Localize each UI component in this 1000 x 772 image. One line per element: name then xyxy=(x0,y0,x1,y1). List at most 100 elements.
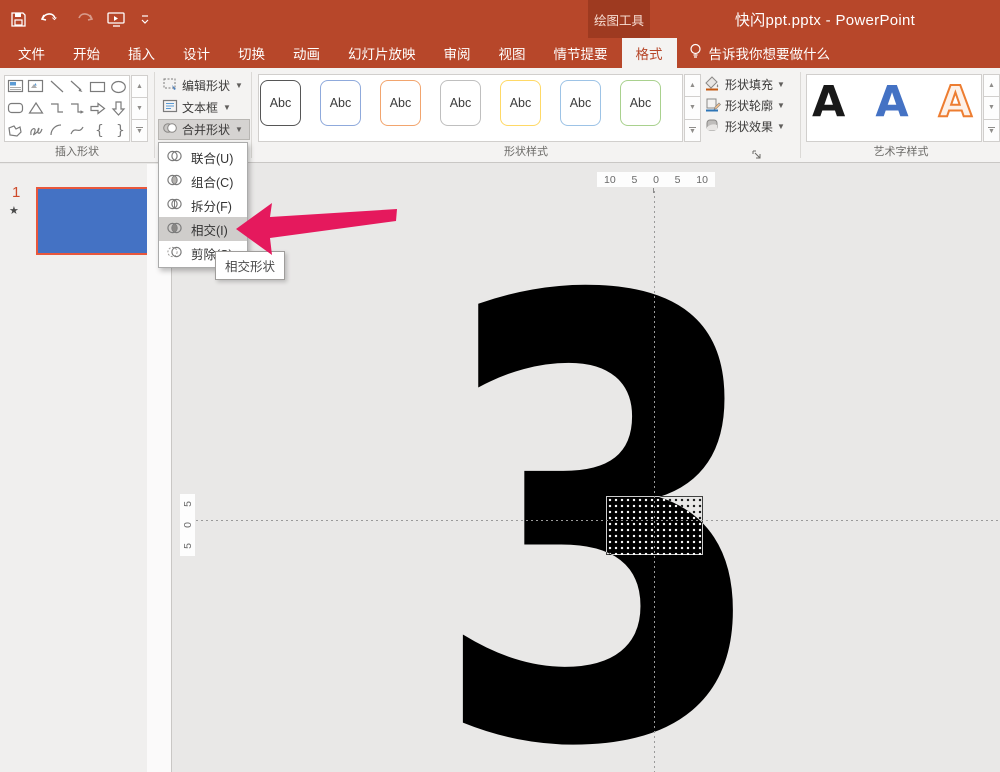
shape-format-buttons: 形状填充 ▼ 形状轮廓 ▼ 形状效果 ▼ xyxy=(704,74,790,137)
gallery-scroll-up-icon[interactable]: ▲ xyxy=(131,75,148,98)
ribbon-tab[interactable]: 审阅 xyxy=(430,38,485,68)
shape-line-icon[interactable] xyxy=(46,76,67,98)
gallery-scroll-up-icon[interactable]: ▲ xyxy=(983,74,1000,98)
union-icon xyxy=(166,149,183,166)
gallery-more-icon[interactable]: ▼ xyxy=(684,119,701,142)
redo-button[interactable] xyxy=(77,11,93,27)
shape-slide-title-icon[interactable] xyxy=(26,76,47,98)
ruler-number: 5 xyxy=(181,501,194,507)
combine-icon xyxy=(166,173,183,190)
animation-star-icon: ★ xyxy=(9,205,19,217)
edit-shape-button[interactable]: 编辑形状 ▼ xyxy=(158,75,250,96)
window-title: 快闪ppt.pptx - PowerPoint xyxy=(734,11,916,29)
customize-qat-button[interactable] xyxy=(140,14,150,25)
shape-oval-icon[interactable] xyxy=(108,76,129,98)
shape-styles-group: Abc Abc Abc Abc Abc Abc Abc ▲ ▼ ▼ 形状填充 ▼ 形状轮廓 ▼ 形状效果… xyxy=(252,68,800,162)
chevron-down-icon: ▼ xyxy=(235,81,243,90)
shape-style-swatch[interactable]: Abc xyxy=(500,80,541,126)
ribbon: {} ▲▼▼ 插入形状 编辑形状▼文本框▼合并形状▼ AbcAbcAbcAbcA… xyxy=(0,68,1000,163)
wordart-style-fill-black[interactable]: A xyxy=(812,76,845,128)
ribbon-tab[interactable]: 插入 xyxy=(114,38,169,68)
shape-effects-icon xyxy=(704,117,721,136)
shape-rounded-rectangle-icon[interactable] xyxy=(5,98,26,120)
chevron-down-icon: ▼ xyxy=(235,125,243,134)
gallery-scroll-up-icon[interactable]: ▲ xyxy=(684,74,701,98)
shape-block-arrow-right-icon[interactable] xyxy=(88,98,109,120)
shape-scribble-icon[interactable] xyxy=(26,119,47,141)
gallery-more-icon[interactable]: ▼ xyxy=(131,120,148,142)
edit-shape-icon xyxy=(162,76,178,95)
shape-curve-icon[interactable] xyxy=(67,119,88,141)
title-bar: 绘图工具 快闪ppt.pptx - PowerPoint xyxy=(0,0,1000,38)
tell-me-box[interactable]: 告诉我你想要做什么 xyxy=(677,38,843,68)
ribbon-tab[interactable]: 动画 xyxy=(279,38,334,68)
menu-item-union[interactable]: 联合(U) xyxy=(159,145,247,169)
shape-block-arrow-down-icon[interactable] xyxy=(108,98,129,120)
shape-style-swatch[interactable]: Abc xyxy=(440,80,481,126)
shape-gallery: {} xyxy=(4,75,130,142)
ribbon-tab[interactable]: 文件 xyxy=(4,38,59,68)
shape-style-swatch[interactable]: Abc xyxy=(320,80,361,126)
drawing-tools-context-tab[interactable]: 绘图工具 xyxy=(588,0,650,38)
shape-style-swatch[interactable]: Abc xyxy=(260,80,301,126)
chevron-down-icon: ▼ xyxy=(777,122,785,131)
gallery-scroll-down-icon[interactable]: ▼ xyxy=(131,98,148,120)
merge-shapes-icon xyxy=(162,120,178,139)
shape-rectangle-icon[interactable] xyxy=(88,76,109,98)
vertical-guide[interactable] xyxy=(654,191,655,772)
start-slideshow-button[interactable] xyxy=(107,11,126,28)
ruler-number: 5 xyxy=(631,173,638,186)
shape-effects-button[interactable]: 形状效果 ▼ xyxy=(704,116,790,137)
horizontal-guide[interactable] xyxy=(181,520,1000,521)
shape-brace-left-icon[interactable]: { xyxy=(88,119,109,141)
chevron-down-icon: ▼ xyxy=(777,80,785,89)
gallery-scroll-down-icon[interactable]: ▼ xyxy=(684,97,701,120)
wordart-scrollbar: ▲ ▼ ▼ xyxy=(983,74,1000,142)
fragment-icon xyxy=(166,197,183,214)
wordart-style-fill-blue[interactable]: A xyxy=(875,76,908,128)
gallery-more-icon[interactable]: ▼ xyxy=(983,119,1000,142)
shape-freeform-icon[interactable] xyxy=(5,119,26,141)
merge-shapes-button[interactable]: 合并形状 ▼ xyxy=(158,119,250,140)
ribbon-tab[interactable]: 视图 xyxy=(485,38,540,68)
vertical-ruler: 5 0 5 xyxy=(180,494,195,556)
ribbon-tab[interactable]: 幻灯片放映 xyxy=(334,38,430,68)
annotation-arrow xyxy=(230,196,405,265)
shape-style-swatch[interactable]: Abc xyxy=(560,80,601,126)
shape-fill-button[interactable]: 形状填充 ▼ xyxy=(704,74,790,95)
wordart-style-outline-orange[interactable]: A xyxy=(938,76,973,128)
quick-access-toolbar xyxy=(10,0,150,38)
ribbon-tab[interactable]: 切换 xyxy=(224,38,279,68)
save-button[interactable] xyxy=(10,11,27,28)
slide-1-thumbnail[interactable] xyxy=(36,187,149,255)
shape-outline-button[interactable]: 形状轮廓 ▼ xyxy=(704,95,790,116)
insert-shapes-group: {} ▲▼▼ 插入形状 xyxy=(0,68,154,162)
shape-brace-right-icon[interactable]: } xyxy=(108,119,129,141)
ruler-number: 0 xyxy=(653,173,659,186)
shape-style-swatches: Abc Abc Abc Abc Abc Abc Abc xyxy=(260,80,661,126)
menu-item-combine[interactable]: 组合(C) xyxy=(159,169,247,193)
shape-style-swatch[interactable]: Abc xyxy=(380,80,421,126)
gallery-scroll-down-icon[interactable]: ▼ xyxy=(983,97,1000,120)
shape-elbow-arrow-icon[interactable] xyxy=(67,98,88,120)
ribbon-tab[interactable]: 开始 xyxy=(59,38,114,68)
text-box-button[interactable]: 文本框 ▼ xyxy=(158,97,250,118)
wordart-letters: AAA xyxy=(812,76,973,128)
shape-style-swatch[interactable]: Abc xyxy=(620,80,661,126)
ruler-number: 5 xyxy=(674,173,681,186)
undo-button[interactable] xyxy=(41,11,63,27)
shape-styles-scrollbar: ▲ ▼ ▼ xyxy=(684,74,701,142)
shape-line-arrow-icon[interactable] xyxy=(67,76,88,98)
shape-elbow-connector-icon[interactable] xyxy=(46,98,67,120)
ruler-number: 10 xyxy=(696,173,708,186)
group-label-insert-shapes: 插入形状 xyxy=(55,146,99,158)
ribbon-tab[interactable]: 情节提要 xyxy=(540,38,622,68)
shape-triangle-icon[interactable] xyxy=(26,98,47,120)
shape-fill-icon xyxy=(704,75,721,94)
shape-slide-layout-icon[interactable] xyxy=(5,76,26,98)
svg-text:}: } xyxy=(116,123,124,138)
shape-arc-icon[interactable] xyxy=(46,119,67,141)
shape-gallery-scrollbar: ▲ ▼ ▼ xyxy=(131,75,148,142)
ribbon-tab[interactable]: 格式 xyxy=(621,38,677,68)
ribbon-tab[interactable]: 设计 xyxy=(169,38,224,68)
